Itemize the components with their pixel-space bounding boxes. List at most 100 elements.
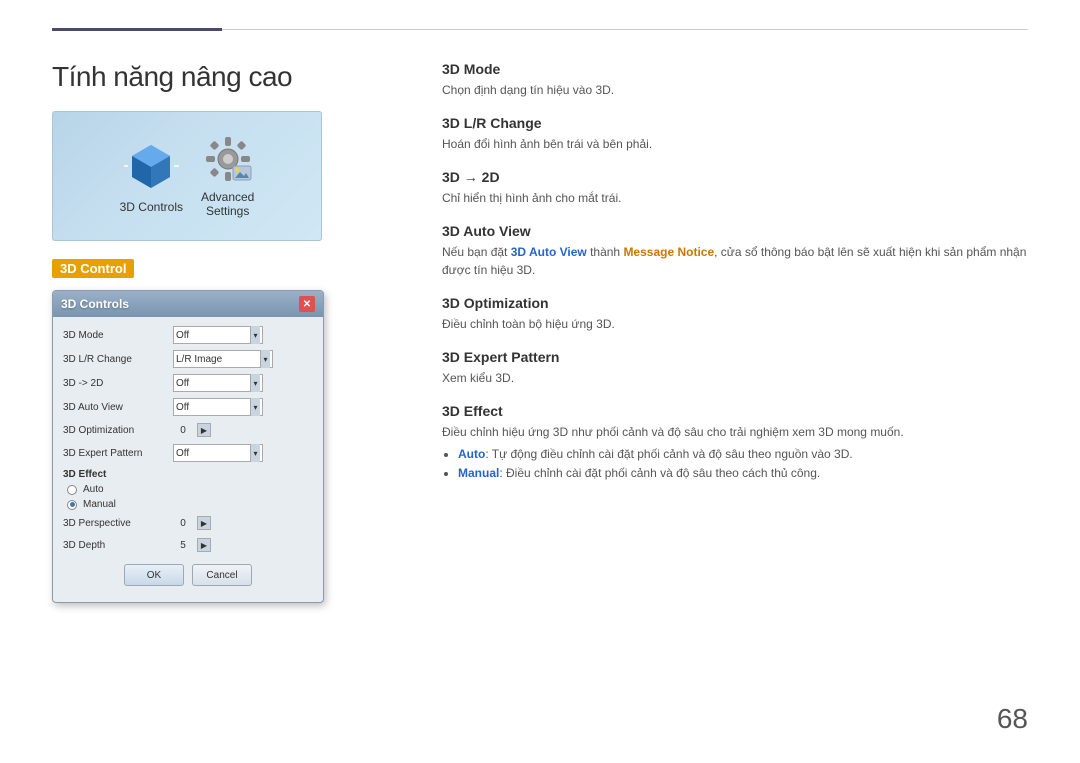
3d-to-2d-arrow: ▾: [250, 374, 260, 392]
dialog-body: 3D Mode Off ▾ 3D L/R Change L/R Image: [53, 317, 323, 602]
3d-to-2d-select[interactable]: Off ▾: [173, 374, 263, 392]
auto-view-select[interactable]: Off ▾: [173, 398, 263, 416]
section-3d-to-2d: 3D → 2D Chỉ hiển thị hình ảnh cho mắt tr…: [442, 169, 1028, 207]
dialog-row-lr-change: 3D L/R Change L/R Image ▾: [53, 347, 323, 371]
section-3d-effect: 3D Effect Điều chỉnh hiệu ứng 3D như phố…: [442, 403, 1028, 483]
bullet-auto-label: Auto: [458, 447, 485, 461]
effect-bullet-list: Auto: Tự động điều chỉnh cài đặt phối cả…: [442, 445, 1028, 483]
section-auto-view: 3D Auto View Nếu bạn đặt 3D Auto View th…: [442, 223, 1028, 279]
dialog-row-3d-to-2d: 3D -> 2D Off ▾: [53, 371, 323, 395]
selected-section-badge: 3D Control: [52, 259, 134, 278]
dialog-label-3d-to-2d: 3D -> 2D: [63, 378, 173, 389]
auto-view-arrow: ▾: [250, 398, 260, 416]
radio-label-manual: Manual: [83, 499, 116, 510]
dialog-value-optimization[interactable]: 0 ▶: [173, 423, 313, 437]
lr-change-select[interactable]: L/R Image ▾: [173, 350, 273, 368]
optimization-arrow-right[interactable]: ▶: [197, 423, 211, 437]
expert-pattern-select[interactable]: Off ▾: [173, 444, 263, 462]
auto-view-value: Off: [176, 402, 189, 413]
highlight-auto-view: 3D Auto View: [511, 245, 587, 259]
desc-3d-mode: Chọn định dạng tín hiệu vào 3D.: [442, 81, 1028, 99]
dialog-value-lr-change[interactable]: L/R Image ▾: [173, 350, 313, 368]
dialog-row-perspective: 3D Perspective 0 ▶: [53, 512, 323, 534]
heading-auto-view: 3D Auto View: [442, 223, 1028, 239]
section-expert-pattern: 3D Expert Pattern Xem kiểu 3D.: [442, 349, 1028, 387]
depth-arrow-right[interactable]: ▶: [197, 538, 211, 552]
section-3d-mode: 3D Mode Chọn định dạng tín hiệu vào 3D.: [442, 61, 1028, 99]
right-column: 3D Mode Chọn định dạng tín hiệu vào 3D. …: [362, 61, 1028, 603]
dialog-value-3d-mode[interactable]: Off ▾: [173, 326, 313, 344]
desc-expert-pattern: Xem kiểu 3D.: [442, 369, 1028, 387]
heading-3d-to-2d: 3D → 2D: [442, 169, 1028, 185]
dialog-effect-section-title: 3D Effect: [53, 465, 323, 482]
top-lines: [0, 0, 1080, 31]
menu-image: 3D Controls: [52, 111, 322, 241]
dialog-row-depth: 3D Depth 5 ▶: [53, 534, 323, 556]
dialog-label-3d-mode: 3D Mode: [63, 330, 173, 341]
perspective-stepper[interactable]: 0 ▶: [173, 516, 211, 530]
dialog-label-optimization: 3D Optimization: [63, 425, 173, 436]
radio-label-auto: Auto: [83, 484, 104, 495]
3d-controls-dialog: 3D Controls ✕ 3D Mode Off ▾ 3D L/R: [52, 290, 324, 603]
dialog-value-perspective[interactable]: 0 ▶: [173, 516, 313, 530]
section-lr-change: 3D L/R Change Hoán đổi hình ảnh bên trái…: [442, 115, 1028, 153]
heading-3d-effect: 3D Effect: [442, 403, 1028, 419]
dialog-label-expert-pattern: 3D Expert Pattern: [63, 448, 173, 459]
page-number: 68: [997, 703, 1028, 735]
dialog-value-expert-pattern[interactable]: Off ▾: [173, 444, 313, 462]
dialog-row-expert-pattern: 3D Expert Pattern Off ▾: [53, 441, 323, 465]
dialog-close-button[interactable]: ✕: [299, 296, 315, 312]
menu-item-advanced-settings[interactable]: AdvancedSettings: [201, 134, 254, 218]
page-title: Tính năng nâng cao: [52, 61, 362, 93]
menu-label-3d-controls: 3D Controls: [120, 200, 183, 214]
advanced-settings-icon: [203, 134, 253, 184]
dialog-label-perspective: 3D Perspective: [63, 518, 173, 529]
top-line-light: [222, 29, 1028, 30]
heading-3d-mode: 3D Mode: [442, 61, 1028, 77]
lr-change-arrow: ▾: [260, 350, 270, 368]
radio-row-manual[interactable]: Manual: [53, 497, 323, 512]
3d-to-2d-value: Off: [176, 378, 189, 389]
3d-mode-select[interactable]: Off ▾: [173, 326, 263, 344]
dialog-label-lr-change: 3D L/R Change: [63, 354, 173, 365]
lr-change-value: L/R Image: [176, 354, 222, 365]
expert-pattern-arrow: ▾: [250, 444, 260, 462]
perspective-arrow-right[interactable]: ▶: [197, 516, 211, 530]
radio-auto[interactable]: [67, 485, 77, 495]
3d-controls-icon: [124, 139, 179, 194]
menu-item-box: 3D Controls: [53, 112, 321, 240]
dialog-label-depth: 3D Depth: [63, 540, 173, 551]
dialog-value-auto-view[interactable]: Off ▾: [173, 398, 313, 416]
dialog-value-depth[interactable]: 5 ▶: [173, 538, 313, 552]
expert-pattern-value: Off: [176, 448, 189, 459]
depth-value: 5: [173, 540, 193, 551]
radio-manual[interactable]: [67, 500, 77, 510]
desc-3d-to-2d: Chỉ hiển thị hình ảnh cho mắt trái.: [442, 189, 1028, 207]
dialog-row-optimization: 3D Optimization 0 ▶: [53, 419, 323, 441]
optimization-stepper[interactable]: 0 ▶: [173, 423, 211, 437]
bullet-manual-label: Manual: [458, 466, 499, 480]
desc-optimization: Điều chỉnh toàn bộ hiệu ứng 3D.: [442, 315, 1028, 333]
highlight-message-notice: Message Notice: [623, 245, 714, 259]
dialog-ok-button[interactable]: OK: [124, 564, 184, 586]
3d-mode-arrow: ▾: [250, 326, 260, 344]
section-optimization: 3D Optimization Điều chỉnh toàn bộ hiệu …: [442, 295, 1028, 333]
top-line-dark: [52, 28, 222, 31]
left-column: Tính năng nâng cao: [52, 61, 362, 603]
dialog-title: 3D Controls: [61, 297, 129, 311]
menu-item-3d-controls[interactable]: 3D Controls: [120, 139, 183, 214]
dialog-label-auto-view: 3D Auto View: [63, 402, 173, 413]
3d-mode-value: Off: [176, 330, 189, 341]
depth-stepper[interactable]: 5 ▶: [173, 538, 211, 552]
radio-row-auto[interactable]: Auto: [53, 482, 323, 497]
bullet-auto: Auto: Tự động điều chỉnh cài đặt phối cả…: [458, 445, 1028, 464]
dialog-row-auto-view: 3D Auto View Off ▾: [53, 395, 323, 419]
bullet-manual: Manual: Điều chỉnh cài đặt phối cảnh và …: [458, 464, 1028, 483]
desc-3d-effect: Điều chỉnh hiệu ứng 3D như phối cảnh và …: [442, 423, 1028, 441]
dialog-cancel-button[interactable]: Cancel: [192, 564, 252, 586]
perspective-value: 0: [173, 518, 193, 529]
dialog-value-3d-to-2d[interactable]: Off ▾: [173, 374, 313, 392]
heading-lr-change: 3D L/R Change: [442, 115, 1028, 131]
optimization-value: 0: [173, 425, 193, 436]
dialog-row-3d-mode: 3D Mode Off ▾: [53, 323, 323, 347]
